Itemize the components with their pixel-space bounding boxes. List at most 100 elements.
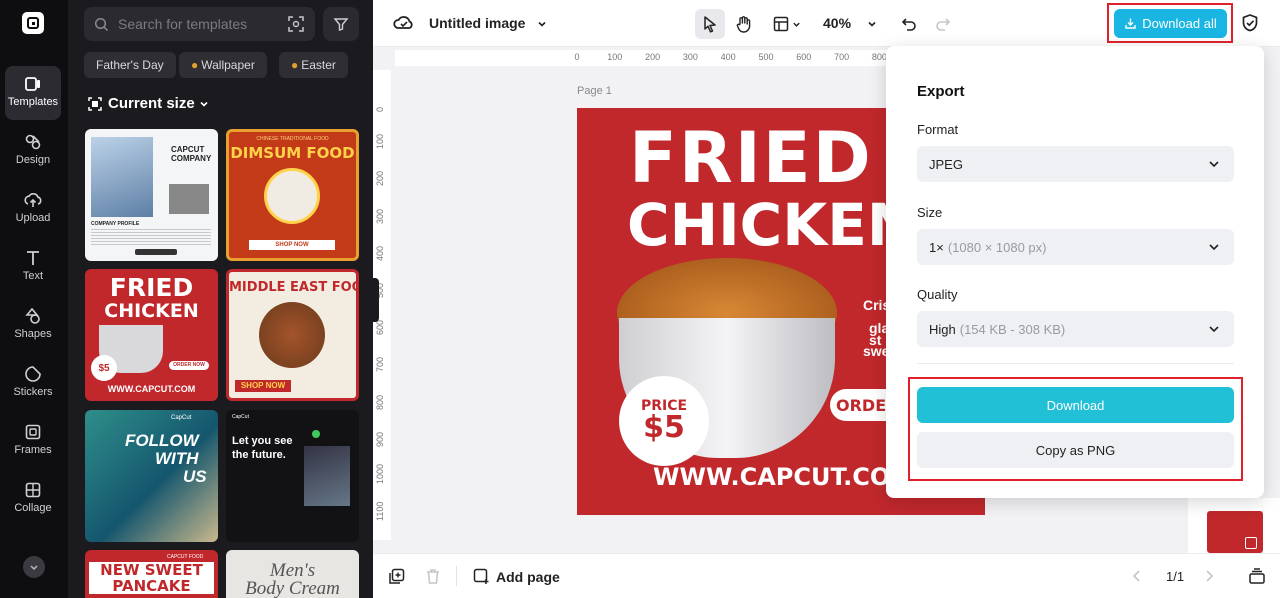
layout-dropdown-button[interactable] <box>769 9 805 39</box>
horizontal-ruler: 01002003004005006007008009001000 <box>395 50 965 66</box>
ruler-tick-label: 900 <box>375 431 385 447</box>
chevron-down-icon <box>538 22 546 27</box>
upload-icon <box>24 193 42 207</box>
chevron-down-icon <box>200 101 208 107</box>
template-mens-body-cream[interactable]: Men's Body Cream <box>226 550 359 598</box>
rail-item-label: Collage <box>14 502 52 514</box>
next-page-icon[interactable] <box>1204 570 1214 582</box>
undo-button[interactable] <box>894 9 924 39</box>
template-text: Men's Body Cream <box>245 560 340 598</box>
template-text: NEW SWEET PANCAKE <box>89 562 214 594</box>
filter-button[interactable] <box>323 7 359 41</box>
thumbnail-edit-icon <box>1245 537 1257 549</box>
ruler-tick-label: 100 <box>607 52 623 62</box>
ruler-tick-label: 300 <box>682 52 698 62</box>
template-middle-east-food[interactable]: MIDDLE EAST FOOD SHOP NOW <box>226 269 359 401</box>
collapse-panel-handle[interactable] <box>373 278 379 322</box>
frames-icon <box>25 424 41 440</box>
quality-select[interactable]: High (154 KB - 308 KB) <box>917 311 1234 347</box>
template-text: CAPCUT COMPANY <box>171 145 212 163</box>
art-title-chicken: CHICKEN <box>627 191 916 259</box>
previous-page-icon[interactable] <box>1132 570 1142 582</box>
current-size-dropdown[interactable]: Current size <box>88 95 209 112</box>
image-search-icon[interactable] <box>287 15 305 33</box>
chip-label: Easter <box>301 58 336 72</box>
chip-easter[interactable]: ● Easter <box>279 52 348 78</box>
search-input[interactable]: Search for templates <box>84 7 315 41</box>
current-size-label: Current size <box>108 95 195 112</box>
template-text: DIMSUM FOOD <box>230 144 355 162</box>
cloud-save-icon[interactable] <box>393 13 415 33</box>
page-indicator: 1/1 <box>1166 569 1185 584</box>
art-price-value: $5 <box>643 410 685 445</box>
capcut-logo-icon[interactable] <box>22 12 44 34</box>
rail-item-templates[interactable]: Templates <box>5 66 61 120</box>
ruler-tick-label: 1100 <box>375 501 385 522</box>
template-dimsum-food[interactable]: CHINESE TRADITIONAL FOOD DIMSUM FOOD SHO… <box>226 129 359 261</box>
template-text: WWW.CAPCUT.COM <box>107 384 196 394</box>
redo-button[interactable] <box>928 9 958 39</box>
undo-icon <box>901 18 916 31</box>
duplicate-page-icon[interactable] <box>388 568 405 585</box>
divider <box>456 566 457 586</box>
document-title[interactable]: Untitled image <box>429 15 547 31</box>
templates-icon <box>25 77 40 91</box>
rail-item-stickers[interactable]: Stickers <box>5 356 61 410</box>
size-select[interactable]: 1× (1080 × 1080 px) <box>917 229 1234 265</box>
quality-value: High <box>929 321 956 337</box>
ruler-tick-label: 700 <box>375 357 385 373</box>
size-detail: (1080 × 1080 px) <box>947 239 1047 255</box>
page-label: Page 1 <box>577 85 612 97</box>
rail-item-upload[interactable]: Upload <box>5 182 61 236</box>
page-thumbnail[interactable] <box>1207 511 1263 553</box>
size-value: 1× <box>929 239 944 255</box>
highlight-box <box>1107 3 1233 43</box>
rail-item-shapes[interactable]: Shapes <box>5 298 61 352</box>
add-page-icon <box>473 568 489 584</box>
template-text: CapCut <box>171 415 192 421</box>
format-select[interactable]: JPEG <box>917 146 1234 182</box>
highlight-box <box>908 377 1243 481</box>
shield-icon[interactable] <box>1241 13 1259 33</box>
chevron-down-icon <box>1209 161 1219 168</box>
chevron-down-icon <box>868 22 876 27</box>
zoom-dropdown[interactable]: 40% <box>823 15 877 31</box>
expand-down-icon[interactable] <box>23 556 45 578</box>
ruler-tick-label: 200 <box>645 52 661 62</box>
chip-fathers-day[interactable]: Father's Day <box>84 52 176 78</box>
size-label: Size <box>917 205 943 220</box>
add-page-button[interactable]: Add page <box>473 568 560 585</box>
cursor-icon <box>704 16 716 33</box>
ruler-tick-label: 400 <box>375 245 385 261</box>
delete-page-icon[interactable] <box>425 568 441 585</box>
template-text: CHICKEN <box>104 300 199 322</box>
rail-item-label: Shapes <box>14 328 52 340</box>
rail-item-collage[interactable]: Collage <box>5 472 61 526</box>
template-text: $5 <box>91 355 117 381</box>
chevron-down-icon <box>1209 326 1219 333</box>
template-text: CHINESE TRADITIONAL FOOD <box>256 136 329 142</box>
ruler-tick-label: 100 <box>375 134 385 150</box>
rail-item-label: Text <box>22 270 44 282</box>
rail-item-frames[interactable]: Frames <box>5 414 61 468</box>
hand-tool-button[interactable] <box>729 9 759 39</box>
art-price-badge: PRICE $5 <box>619 376 709 466</box>
rail-item-design[interactable]: Design <box>5 124 61 178</box>
template-text: ORDER NOW <box>169 361 209 370</box>
template-follow-with-us[interactable]: CapCut FOLLOW WITH US <box>85 410 218 542</box>
template-new-sweet-pancake[interactable]: CAPCUT FOOD NEW SWEET PANCAKE <box>85 550 218 598</box>
left-rail: Templates Design Upload Text Shapes Stic… <box>0 0 68 598</box>
ruler-tick-label: 300 <box>375 208 385 224</box>
pages-panel-icon[interactable] <box>1248 567 1266 585</box>
template-future[interactable]: CapCut Let you see the future. <box>226 410 359 542</box>
select-tool-button[interactable] <box>695 9 725 39</box>
rail-item-label: Templates <box>7 96 59 108</box>
template-fried-chicken[interactable]: FRIED CHICKEN $5 ORDER NOW WWW.CAPCUT.CO… <box>85 269 218 401</box>
template-company-profile[interactable]: CAPCUT COMPANY COMPANY PROFILE <box>85 129 218 261</box>
ruler-tick-label: 400 <box>720 52 736 62</box>
chip-wallpaper[interactable]: ● Wallpaper <box>179 52 267 78</box>
rail-item-text[interactable]: Text <box>5 240 61 294</box>
text-icon <box>27 251 39 265</box>
filter-icon <box>333 18 349 31</box>
format-value: JPEG <box>929 156 963 172</box>
